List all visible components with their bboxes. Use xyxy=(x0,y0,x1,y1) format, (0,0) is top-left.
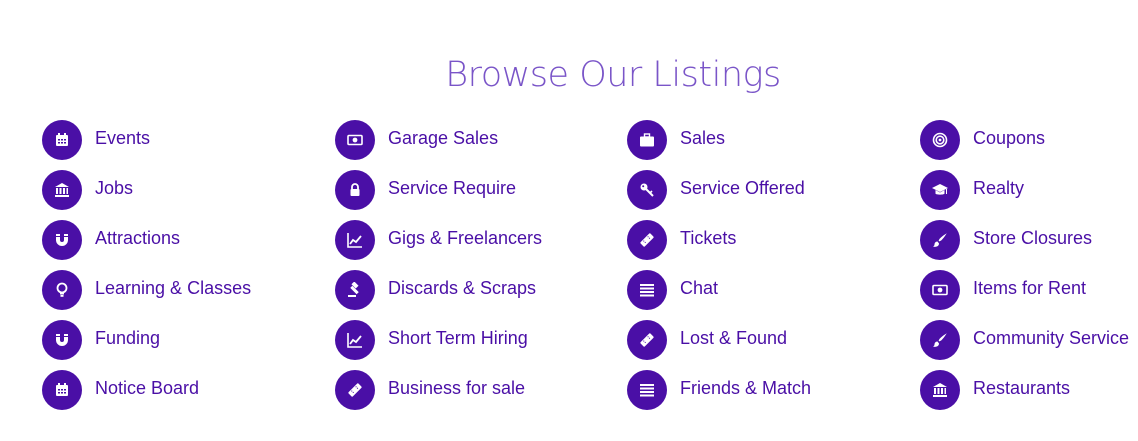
listing-attractions[interactable]: Attractions xyxy=(42,218,335,262)
key-icon xyxy=(627,170,667,210)
paintbrush-icon xyxy=(920,320,960,360)
ticket-icon xyxy=(335,370,375,410)
gavel-icon xyxy=(335,270,375,310)
listing-label: Short Term Hiring xyxy=(388,328,528,348)
listing-friends-match[interactable]: Friends & Match xyxy=(627,368,920,412)
listing-discards-scraps[interactable]: Discards & Scraps xyxy=(335,268,627,312)
bank-icon xyxy=(42,170,82,210)
listing-business-for-sale[interactable]: Business for sale xyxy=(335,368,627,412)
listing-label: Jobs xyxy=(95,178,134,198)
line-chart-icon xyxy=(335,320,375,360)
listing-label: Items for Rent xyxy=(973,278,1087,298)
listing-tickets[interactable]: Tickets xyxy=(627,218,920,262)
calendar-icon xyxy=(42,120,82,160)
listing-label: Service Offered xyxy=(680,178,805,198)
list-icon xyxy=(627,270,667,310)
listing-label: Lost & Found xyxy=(680,328,788,348)
bank-icon xyxy=(920,370,960,410)
list-icon xyxy=(627,370,667,410)
listing-label: Sales xyxy=(680,128,726,148)
listing-items-for-rent[interactable]: Items for Rent xyxy=(920,268,1138,312)
lock-icon xyxy=(335,170,375,210)
listing-label: Tickets xyxy=(680,228,737,248)
listing-store-closures[interactable]: Store Closures xyxy=(920,218,1138,262)
listing-label: Attractions xyxy=(95,228,181,248)
listing-label: Community Service xyxy=(973,328,1130,348)
listing-community-service[interactable]: Community Service xyxy=(920,318,1138,362)
listing-short-term-hiring[interactable]: Short Term Hiring xyxy=(335,318,627,362)
listing-label: Garage Sales xyxy=(388,128,499,148)
listing-label: Friends & Match xyxy=(680,378,812,398)
bullseye-icon xyxy=(920,120,960,160)
listing-service-require[interactable]: Service Require xyxy=(335,168,627,212)
listing-label: Events xyxy=(95,128,151,148)
listing-learning-classes[interactable]: Learning & Classes xyxy=(42,268,335,312)
listing-label: Restaurants xyxy=(973,378,1071,398)
listing-label: Chat xyxy=(680,278,719,298)
listing-notice-board[interactable]: Notice Board xyxy=(42,368,335,412)
magnet-icon xyxy=(42,320,82,360)
listing-label: Learning & Classes xyxy=(95,278,252,298)
calendar-icon xyxy=(42,370,82,410)
magnet-icon xyxy=(42,220,82,260)
listing-label: Business for sale xyxy=(388,378,526,398)
money-icon xyxy=(920,270,960,310)
ticket-icon xyxy=(627,320,667,360)
money-icon xyxy=(335,120,375,160)
listing-label: Realty xyxy=(973,178,1025,198)
listing-realty[interactable]: Realty xyxy=(920,168,1138,212)
listing-label: Service Require xyxy=(388,178,517,198)
graduation-cap-icon xyxy=(920,170,960,210)
line-chart-icon xyxy=(335,220,375,260)
listing-label: Gigs & Freelancers xyxy=(388,228,543,248)
listing-coupons[interactable]: Coupons xyxy=(920,118,1138,162)
listing-sales[interactable]: Sales xyxy=(627,118,920,162)
listing-restaurants[interactable]: Restaurants xyxy=(920,368,1138,412)
listing-garage-sales[interactable]: Garage Sales xyxy=(335,118,627,162)
listing-funding[interactable]: Funding xyxy=(42,318,335,362)
lightbulb-icon xyxy=(42,270,82,310)
listing-gigs-freelancers[interactable]: Gigs & Freelancers xyxy=(335,218,627,262)
listing-service-offered[interactable]: Service Offered xyxy=(627,168,920,212)
listing-label: Notice Board xyxy=(95,378,200,398)
page-title: Browse Our Listings xyxy=(445,55,781,96)
briefcase-icon xyxy=(627,120,667,160)
listing-label: Funding xyxy=(95,328,161,348)
listing-lost-found[interactable]: Lost & Found xyxy=(627,318,920,362)
listing-label: Store Closures xyxy=(973,228,1093,248)
listing-chat[interactable]: Chat xyxy=(627,268,920,312)
listings-grid: Events Garage Sales Sales Coupons Jobs S… xyxy=(42,118,1138,418)
listing-label: Coupons xyxy=(973,128,1046,148)
listing-jobs[interactable]: Jobs xyxy=(42,168,335,212)
listing-label: Discards & Scraps xyxy=(388,278,537,298)
ticket-icon xyxy=(627,220,667,260)
listing-events[interactable]: Events xyxy=(42,118,335,162)
paintbrush-icon xyxy=(920,220,960,260)
